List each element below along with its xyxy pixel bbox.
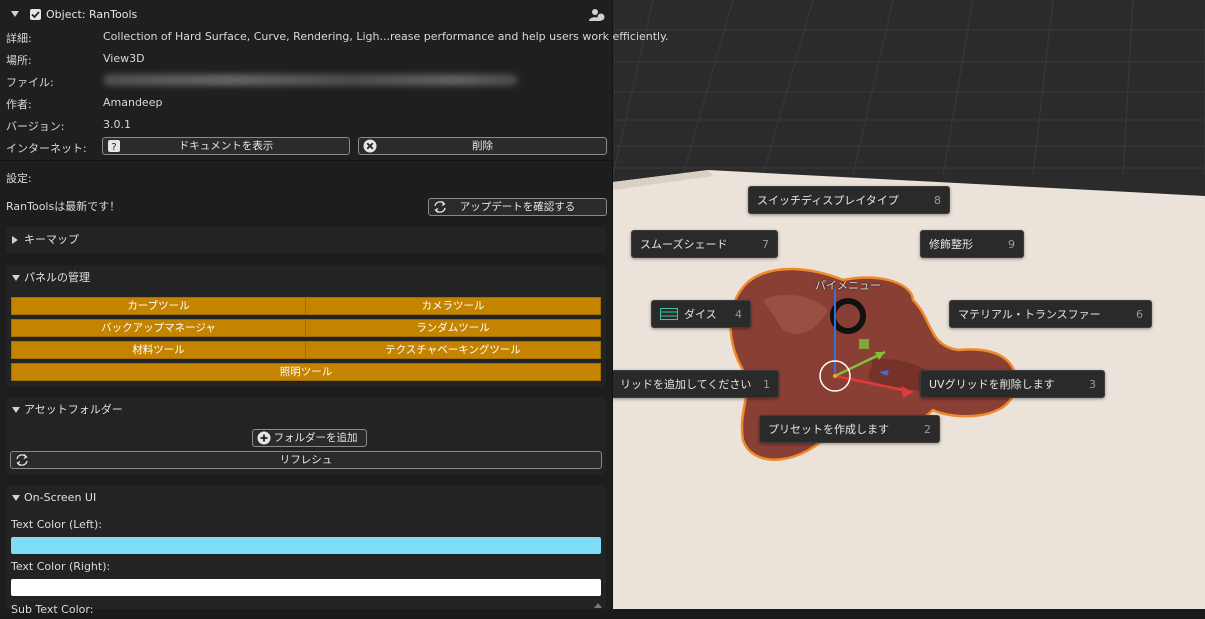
refresh-button[interactable]: リフレシュ [10, 451, 602, 469]
addon-title: Object: RanTools [46, 8, 138, 21]
user-icon [589, 9, 605, 21]
pie-menu-title: パイメニュー [815, 279, 881, 292]
text-color-left-swatch[interactable] [11, 537, 601, 554]
add-folder-label: フォルダーを追加 [273, 432, 358, 444]
addon-info-box: Object: RanTools 詳細: Collection of Hard … [0, 0, 669, 161]
pie-item-create-preset[interactable]: プリセットを作成します 2 [759, 415, 940, 443]
detail-label: 詳細: [6, 32, 32, 45]
pie-item-hotkey: 6 [1136, 307, 1143, 321]
add-folder-button[interactable]: フォルダーを追加 [252, 429, 367, 447]
location-value: View3D [103, 52, 145, 65]
update-status-text: RanToolsは最新です！ [6, 200, 121, 213]
view-documentation-button[interactable]: ? ドキュメントを表示 [102, 137, 350, 155]
file-path-blurred [103, 74, 518, 86]
pie-item-label: UVグリッドを削除します [929, 378, 1055, 391]
pie-item-label: ダイス [684, 308, 717, 321]
pie-item-label: リッドを追加してください [620, 378, 752, 391]
collapse-arrow-icon[interactable] [12, 495, 20, 501]
enable-checkbox[interactable] [30, 9, 41, 20]
svg-text:?: ? [111, 142, 116, 153]
camera-tools-toggle[interactable]: カメラツール [305, 297, 601, 315]
backup-manager-toggle[interactable]: バックアップマネージャ [11, 319, 306, 337]
pie-item-hotkey: 2 [924, 422, 931, 436]
addon-preferences-panel: Object: RanTools 詳細: Collection of Hard … [0, 0, 669, 616]
material-tools-toggle[interactable]: 材料ツール [11, 341, 306, 359]
location-label: 場所: [6, 54, 32, 67]
pie-item-label: マテリアル・トランスファー [958, 308, 1101, 321]
check-update-button[interactable]: アップデートを確認する [428, 198, 607, 216]
pie-item-label: 修飾整形 [929, 238, 973, 251]
pie-item-hotkey: 9 [1008, 237, 1015, 251]
keymap-section[interactable]: キーマップ [6, 227, 606, 253]
pie-item-add-grid[interactable]: リッドを追加してください 1 [613, 370, 779, 398]
check-update-label: アップデートを確認する [459, 201, 576, 213]
panel-management-title: パネルの管理 [24, 271, 90, 284]
pie-item-hotkey: 1 [763, 377, 770, 391]
file-label: ファイル: [6, 76, 54, 89]
refresh-icon [434, 201, 446, 213]
remove-label: 削除 [472, 140, 493, 152]
check-icon [31, 11, 40, 19]
pie-item-hotkey: 7 [762, 237, 769, 251]
refresh-label: リフレシュ [279, 454, 333, 466]
version-value: 3.0.1 [103, 118, 131, 131]
remove-button[interactable]: 削除 [358, 137, 607, 155]
curve-tools-toggle[interactable]: カーブツール [11, 297, 306, 315]
settings-label: 設定: [6, 172, 32, 185]
asset-folder-title: アセットフォルダー [24, 403, 123, 416]
pie-item-switch-display-type[interactable]: スイッチディスプレイタイプ 8 [748, 186, 950, 214]
pie-item-dice[interactable]: ダイス 4 [651, 300, 751, 328]
version-label: バージョン: [6, 120, 65, 133]
expand-arrow-icon [12, 236, 18, 244]
text-color-left-label: Text Color (Left): [11, 518, 102, 531]
collapse-arrow-icon[interactable] [12, 407, 20, 413]
internet-label: インターネット: [6, 142, 87, 155]
text-color-right-label: Text Color (Right): [11, 560, 111, 573]
pie-item-smooth-shade[interactable]: スムーズシェード 7 [631, 230, 778, 258]
on-screen-ui-title: On-Screen UI [24, 491, 97, 504]
author-label: 作者: [6, 98, 32, 111]
pie-item-modifier-tidy[interactable]: 修飾整形 9 [920, 230, 1024, 258]
pie-item-remove-uv-grid[interactable]: UVグリッドを削除します 3 [920, 370, 1105, 398]
random-tools-toggle[interactable]: ランダムツール [305, 319, 601, 337]
pie-item-material-transfer[interactable]: マテリアル・トランスファー 6 [949, 300, 1152, 328]
pie-item-hotkey: 4 [735, 307, 742, 321]
help-icon: ? [108, 140, 120, 153]
pie-item-label: スムーズシェード [640, 238, 728, 251]
cancel-icon [363, 139, 377, 153]
add-icon [257, 431, 271, 445]
collapse-arrow-icon[interactable] [12, 275, 20, 281]
texture-baking-tools-toggle[interactable]: テクスチャベーキングツール [305, 341, 601, 359]
pie-item-label: スイッチディスプレイタイプ [757, 194, 899, 207]
sub-text-color-label: Sub Text Color: [11, 603, 94, 616]
author-value: Amandeep [103, 96, 163, 109]
collapse-arrow-icon[interactable] [11, 11, 19, 17]
3d-viewport[interactable]: パイメニュー スイッチディスプレイタイプ 8 スムーズシェード 7 修飾整形 9… [613, 0, 1205, 609]
detail-value: Collection of Hard Surface, Curve, Rende… [103, 30, 669, 43]
view-documentation-label: ドキュメントを表示 [178, 140, 274, 152]
refresh-icon [16, 454, 28, 466]
scroll-up-arrow-icon[interactable] [594, 603, 602, 608]
lighting-tools-toggle[interactable]: 照明ツール [11, 363, 601, 381]
pie-item-label: プリセットを作成します [768, 423, 889, 436]
keymap-title: キーマップ [24, 233, 79, 246]
grid-icon [660, 308, 678, 320]
pie-item-hotkey: 8 [934, 193, 941, 207]
pie-item-hotkey: 3 [1089, 377, 1096, 391]
text-color-right-swatch[interactable] [11, 579, 601, 596]
